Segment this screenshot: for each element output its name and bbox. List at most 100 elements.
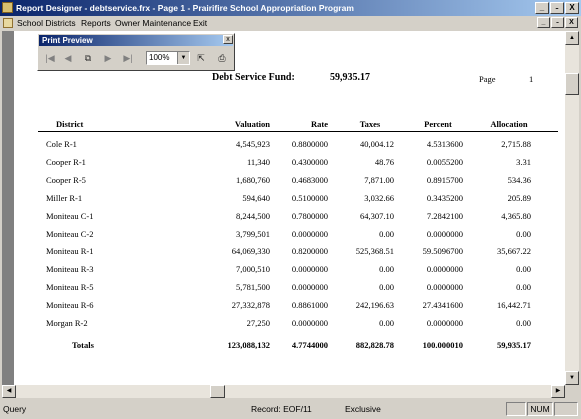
table-cell-taxes: 0.00: [379, 264, 394, 275]
table-cell-allocation: 3.31: [516, 156, 531, 167]
report-page: Debt Service Fund: 59,935.17 Page 1 Dist…: [14, 31, 565, 385]
table-cell-percent: 27.4341600: [422, 300, 463, 311]
page-label: Page: [479, 74, 496, 84]
close-preview-icon[interactable]: ⇱: [193, 49, 209, 67]
scroll-right-button[interactable]: ▶: [551, 385, 565, 398]
scroll-down-button[interactable]: ▼: [565, 371, 579, 385]
status-bar: Query Record: EOF/11 Exclusive NUM: [0, 399, 581, 419]
status-exclusive: Exclusive: [345, 404, 381, 414]
table-cell-valuation: 1,680,760: [236, 174, 270, 185]
totals-cell-allocation: 59,935.17: [497, 340, 531, 350]
print-preview-close-button[interactable]: x: [223, 35, 233, 44]
table-cell-district: Cooper R-5: [46, 174, 86, 185]
table-cell-rate: 0.8200000: [291, 246, 328, 257]
table-cell-valuation: 8,244,500: [236, 210, 270, 221]
restore-button[interactable]: ̵: [550, 2, 564, 14]
col-header-taxes: Taxes: [359, 119, 381, 129]
menu-owner-maintenance[interactable]: Owner Maintenance: [115, 16, 191, 30]
table-cell-allocation: 0.00: [516, 282, 531, 293]
horizontal-scroll-thumb[interactable]: [210, 385, 225, 398]
table-cell-allocation: 16,442.71: [497, 300, 531, 311]
table-cell-district: Cooper R-1: [46, 156, 86, 167]
chevron-down-icon[interactable]: ▼: [177, 52, 189, 64]
table-cell-rate: 0.8800000: [291, 139, 328, 149]
table-cell-rate: 0.5100000: [291, 192, 328, 203]
table-cell-valuation: 27,250: [246, 318, 270, 328]
table-cell-valuation: 7,000,510: [236, 264, 270, 275]
table-cell-percent: 0.0000000: [426, 264, 463, 275]
mdi-close-button[interactable]: X: [565, 17, 578, 28]
scroll-up-button[interactable]: ▲: [565, 31, 579, 45]
fund-total: 59,935.17: [330, 72, 370, 83]
document-icon[interactable]: [3, 18, 13, 28]
table-cell-rate: 0.7800000: [291, 210, 328, 221]
zoom-select[interactable]: 100% ▼: [146, 51, 190, 65]
table-cell-valuation: 594,640: [242, 192, 270, 203]
table-cell-rate: 0.4683000: [291, 174, 328, 185]
status-query: Query: [3, 404, 27, 414]
mdi-minimize-button[interactable]: _: [537, 17, 550, 28]
table-cell-allocation: 35,667.22: [497, 246, 531, 257]
close-button[interactable]: X: [565, 2, 579, 14]
window-title-bar[interactable]: Report Designer - debtservice.frx - Page…: [0, 0, 581, 16]
table-cell-valuation: 64,069,330: [231, 246, 270, 257]
first-page-icon[interactable]: |◀: [42, 49, 58, 67]
table-cell-district: Cole R-1: [46, 139, 77, 149]
table-cell-taxes: 525,368.51: [355, 246, 394, 257]
header-rule: [38, 131, 558, 132]
table-cell-percent: 4.5313600: [426, 139, 463, 149]
table-cell-rate: 0.0000000: [291, 264, 328, 275]
table-cell-taxes: 64,307.10: [360, 210, 394, 221]
print-preview-toolbar[interactable]: Print Preview x |◀ ◀ ⧉ ▶ ▶| 100% ▼ ⇱ ⎙: [37, 33, 235, 71]
table-cell-valuation: 4,545,923: [236, 139, 270, 149]
totals-cell-percent: 100.000010: [422, 340, 463, 350]
table-cell-taxes: 3,032.66: [364, 192, 394, 203]
status-record: Record: EOF/11: [251, 404, 312, 414]
menu-reports[interactable]: Reports: [81, 16, 111, 30]
app-icon[interactable]: [2, 2, 13, 13]
totals-cell-rate: 4.7744000: [291, 340, 328, 350]
totals-cell-valuation: 123,088,132: [227, 340, 271, 350]
table-cell-percent: 0.3435200: [426, 192, 463, 203]
table-cell-rate: 0.4300000: [291, 156, 328, 167]
table-cell-allocation: 0.00: [516, 264, 531, 275]
scroll-left-button[interactable]: ◀: [2, 385, 16, 398]
table-cell-percent: 0.0055200: [426, 156, 463, 167]
col-header-valuation: Valuation: [234, 119, 270, 129]
table-cell-rate: 0.8861000: [291, 300, 328, 311]
last-page-icon[interactable]: ▶|: [120, 49, 136, 67]
minimize-button[interactable]: _: [535, 2, 549, 14]
table-cell-allocation: 534.36: [507, 174, 531, 185]
table-cell-percent: 0.8915700: [426, 174, 463, 185]
printer-icon[interactable]: ⎙: [214, 49, 230, 67]
table-cell-district: Moniteau C-1: [46, 210, 94, 221]
status-num: NUM: [527, 402, 553, 416]
col-header-rate: Rate: [311, 119, 328, 129]
table-cell-district: Moniteau C-2: [46, 228, 94, 239]
col-header-district: District: [56, 119, 84, 129]
table-cell-percent: 0.0000000: [426, 318, 463, 328]
mdi-restore-button[interactable]: ̵: [551, 17, 564, 28]
col-header-percent: Percent: [424, 119, 452, 129]
table-cell-taxes: 0.00: [379, 228, 394, 239]
table-cell-valuation: 3,799,501: [236, 228, 270, 239]
table-cell-district: Moniteau R-3: [46, 264, 94, 275]
horizontal-scrollbar[interactable]: ◀ ▶: [2, 385, 565, 398]
fund-label: Debt Service Fund:: [212, 72, 295, 83]
go-to-page-icon[interactable]: ⧉: [80, 49, 96, 67]
vertical-scrollbar[interactable]: ▲ ▼: [565, 31, 579, 385]
table-cell-taxes: 40,004.12: [360, 139, 394, 149]
window-title: Report Designer - debtservice.frx - Page…: [16, 3, 354, 13]
vertical-scroll-thumb[interactable]: [565, 73, 579, 95]
zoom-value: 100%: [149, 53, 170, 62]
next-page-icon[interactable]: ▶: [100, 49, 116, 67]
table-cell-percent: 59.5096700: [422, 246, 463, 257]
table-cell-rate: 0.0000000: [291, 228, 328, 239]
table-cell-valuation: 11,340: [246, 156, 270, 167]
print-preview-title[interactable]: Print Preview: [39, 35, 233, 46]
menu-exit[interactable]: Exit: [193, 16, 207, 30]
previous-page-icon[interactable]: ◀: [60, 49, 76, 67]
preview-workspace: Debt Service Fund: 59,935.17 Page 1 Dist…: [2, 31, 565, 385]
menu-school-districts[interactable]: School Districts: [17, 16, 76, 30]
table-cell-percent: 0.0000000: [426, 282, 463, 293]
